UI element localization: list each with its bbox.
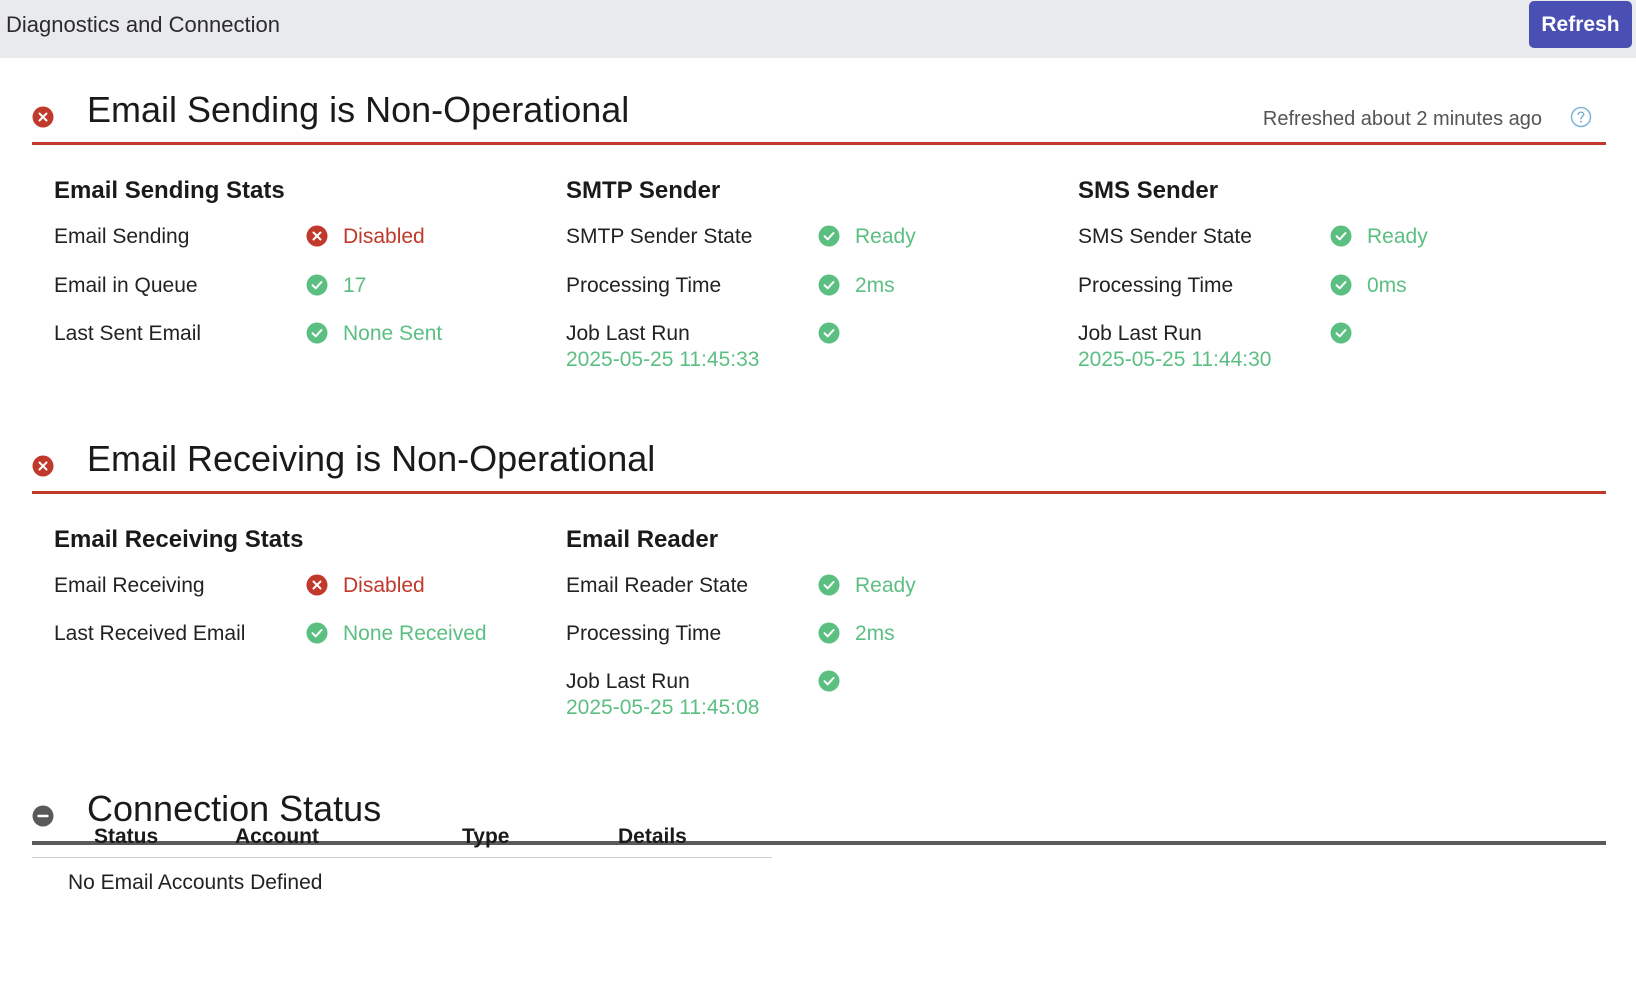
- table-header-divider: [32, 857, 772, 858]
- stat-row-processing-time: Processing Time 2ms: [566, 622, 1056, 670]
- stat-value: 17: [343, 274, 367, 297]
- stat-value: Ready: [1367, 225, 1428, 248]
- empty-table-message: No Email Accounts Defined: [68, 871, 323, 894]
- column-title: SMTP Sender: [566, 177, 721, 204]
- stat-row-last-received-email: Last Received Email None Received: [54, 622, 544, 670]
- column-title: Email Reader: [566, 526, 719, 553]
- stat-row-reader-state: Email Reader State Ready: [566, 574, 1056, 622]
- stat-label: Processing Time: [566, 622, 722, 645]
- column-title: Email Sending Stats: [54, 177, 285, 204]
- email-receiving-section: Email Receiving is Non-Operational Email…: [32, 435, 1606, 719]
- stat-label: Job Last Run: [566, 322, 690, 345]
- job-last-run-timestamp: 2025-05-25 11:44:30: [1078, 348, 1272, 371]
- x-circle-icon: [306, 225, 328, 247]
- email-sending-section: Email Sending is Non-Operational Refresh…: [32, 86, 1606, 371]
- check-circle-icon: [818, 574, 840, 596]
- stat-label: Email in Queue: [54, 274, 198, 297]
- stat-value: None Sent: [343, 322, 443, 345]
- section-title: Email Receiving is Non-Operational: [87, 438, 656, 479]
- column-header-type[interactable]: Type: [462, 825, 509, 849]
- check-circle-icon: [1330, 225, 1352, 247]
- check-circle-icon: [818, 670, 840, 692]
- stat-label: Last Received Email: [54, 622, 246, 645]
- minus-circle-icon: [32, 805, 54, 827]
- x-circle-icon: [306, 574, 328, 596]
- stat-label: Processing Time: [566, 274, 722, 297]
- stat-label: Email Sending: [54, 225, 190, 248]
- stat-value: 2ms: [855, 622, 895, 645]
- stat-row-job-last-run: Job Last Run 2025-05-25 11:45:33: [566, 322, 1056, 371]
- stat-label: Last Sent Email: [54, 322, 202, 345]
- stat-value: Ready: [855, 225, 916, 248]
- stat-label: Job Last Run: [566, 670, 690, 693]
- stat-row-email-receiving: Email Receiving Disabled: [54, 574, 544, 622]
- refresh-button[interactable]: Refresh: [1529, 1, 1632, 48]
- stat-label: Email Receiving: [54, 574, 205, 597]
- stat-value: Ready: [855, 574, 916, 597]
- column-title: SMS Sender: [1078, 177, 1219, 204]
- column-title: Email Receiving Stats: [54, 526, 304, 553]
- stat-value: None Received: [343, 622, 487, 645]
- stat-row-sms-state: SMS Sender State Ready: [1078, 225, 1568, 273]
- check-circle-icon: [818, 322, 840, 344]
- stat-row-processing-time: Processing Time 2ms: [566, 274, 1056, 322]
- column-header-status[interactable]: Status: [94, 825, 158, 849]
- stat-row-smtp-state: SMTP Sender State Ready: [566, 225, 1056, 273]
- stat-value: Disabled: [343, 574, 425, 597]
- stat-label: Email Reader State: [566, 574, 749, 597]
- check-circle-icon: [306, 322, 328, 344]
- page-title: Diagnostics and Connection: [6, 12, 280, 37]
- stat-label: Processing Time: [1078, 274, 1234, 297]
- stat-value: 2ms: [855, 274, 895, 297]
- stat-row-processing-time: Processing Time 0ms: [1078, 274, 1568, 322]
- top-bar: Diagnostics and Connection Refresh: [0, 0, 1636, 58]
- check-circle-icon: [1330, 274, 1352, 296]
- section-header: Email Sending is Non-Operational Refresh…: [32, 86, 1606, 142]
- stat-row-email-in-queue: Email in Queue 17: [54, 274, 544, 322]
- check-circle-icon: [818, 274, 840, 296]
- question-circle-icon[interactable]: [1570, 106, 1592, 128]
- stat-value: 0ms: [1367, 274, 1407, 297]
- section-divider: [32, 142, 1606, 145]
- stat-row-last-sent-email: Last Sent Email None Sent: [54, 322, 544, 370]
- column-header-account[interactable]: Account: [235, 825, 319, 849]
- stat-value: Disabled: [343, 225, 425, 248]
- check-circle-icon: [1330, 322, 1352, 344]
- stat-label: SMS Sender State: [1078, 225, 1252, 248]
- job-last-run-timestamp: 2025-05-25 11:45:33: [566, 348, 760, 371]
- check-circle-icon: [306, 274, 328, 296]
- check-circle-icon: [818, 225, 840, 247]
- connection-status-section: Connection Status Status Account Type De…: [32, 785, 1606, 894]
- column-header-details[interactable]: Details: [618, 825, 687, 849]
- stat-label: SMTP Sender State: [566, 225, 753, 248]
- x-circle-icon: [32, 455, 54, 477]
- refreshed-timestamp: Refreshed about 2 minutes ago: [1262, 108, 1542, 130]
- stat-label: Job Last Run: [1078, 322, 1202, 345]
- section-header: Email Receiving is Non-Operational: [32, 435, 1606, 491]
- stat-row-email-sending: Email Sending Disabled: [54, 225, 544, 273]
- section-title: Email Sending is Non-Operational: [87, 89, 630, 130]
- check-circle-icon: [818, 622, 840, 644]
- job-last-run-timestamp: 2025-05-25 11:45:08: [566, 696, 760, 719]
- x-circle-icon: [32, 106, 54, 128]
- stat-row-job-last-run: Job Last Run 2025-05-25 11:44:30: [1078, 322, 1568, 371]
- section-divider: [32, 491, 1606, 494]
- stat-row-job-last-run: Job Last Run 2025-05-25 11:45:08: [566, 670, 1056, 719]
- check-circle-icon: [306, 622, 328, 644]
